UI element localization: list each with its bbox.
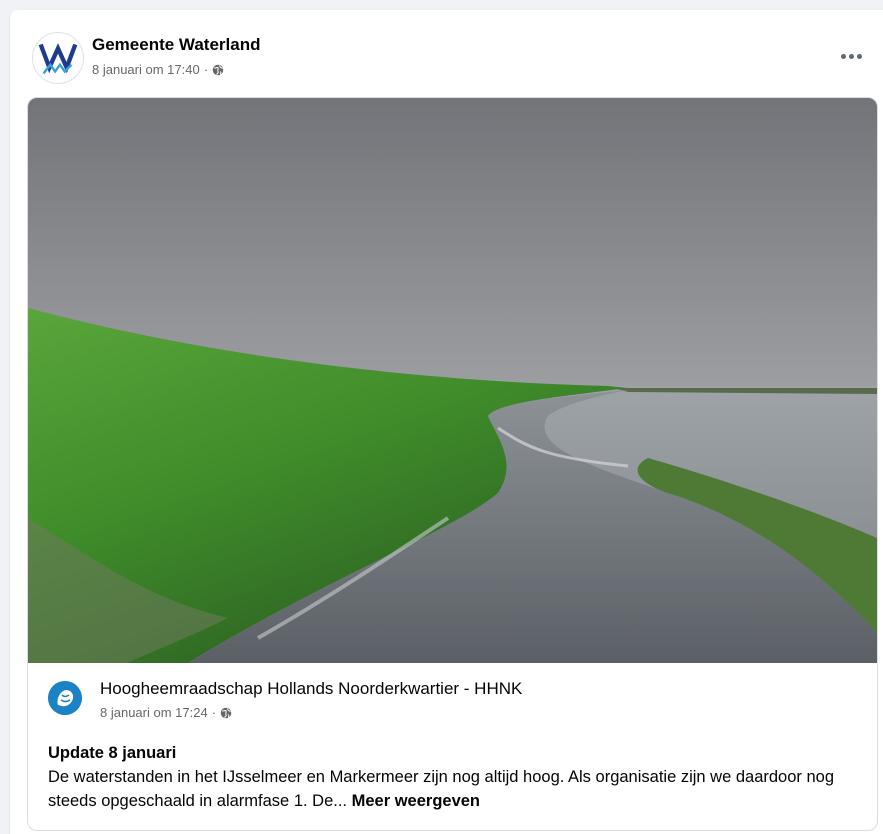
hhnk-logo-icon bbox=[48, 681, 82, 715]
flooded-dike-photo[interactable] bbox=[28, 98, 877, 663]
more-horizontal-icon bbox=[840, 53, 846, 59]
post-body-wrapper: De waterstanden in het IJsselmeer en Mar… bbox=[48, 765, 865, 813]
feed-post: Gemeente Waterland 8 januari om 17:40 · bbox=[10, 10, 883, 834]
shared-post-header: Hoogheemraadschap Hollands Noorderkwarti… bbox=[28, 663, 877, 733]
page-avatar[interactable] bbox=[32, 32, 84, 84]
shared-post-text: Update 8 januari De waterstanden in het … bbox=[48, 741, 865, 813]
shared-post-author[interactable]: Hoogheemraadschap Hollands Noorderkwarti… bbox=[100, 679, 522, 699]
more-options-button[interactable] bbox=[833, 44, 869, 68]
see-more-link[interactable]: Meer weergeven bbox=[352, 792, 480, 810]
globe-icon[interactable] bbox=[212, 64, 224, 76]
shared-post-card[interactable]: Hoogheemraadschap Hollands Noorderkwarti… bbox=[27, 97, 878, 831]
hhnk-avatar[interactable] bbox=[48, 681, 82, 715]
post-meta: 8 januari om 17:40 · bbox=[92, 62, 224, 77]
shared-post-timestamp[interactable]: 8 januari om 17:24 bbox=[100, 705, 208, 720]
waterland-logo-icon bbox=[38, 43, 78, 75]
meta-separator: · bbox=[203, 62, 209, 77]
post-timestamp[interactable]: 8 januari om 17:40 bbox=[92, 62, 200, 77]
shared-post-meta: 8 januari om 17:24 · bbox=[100, 705, 232, 720]
post-header: Gemeente Waterland 8 januari om 17:40 · bbox=[10, 10, 883, 96]
post-title: Update 8 januari bbox=[48, 744, 177, 762]
meta-separator: · bbox=[211, 705, 217, 720]
post-author[interactable]: Gemeente Waterland bbox=[92, 35, 260, 55]
globe-icon[interactable] bbox=[220, 707, 232, 719]
